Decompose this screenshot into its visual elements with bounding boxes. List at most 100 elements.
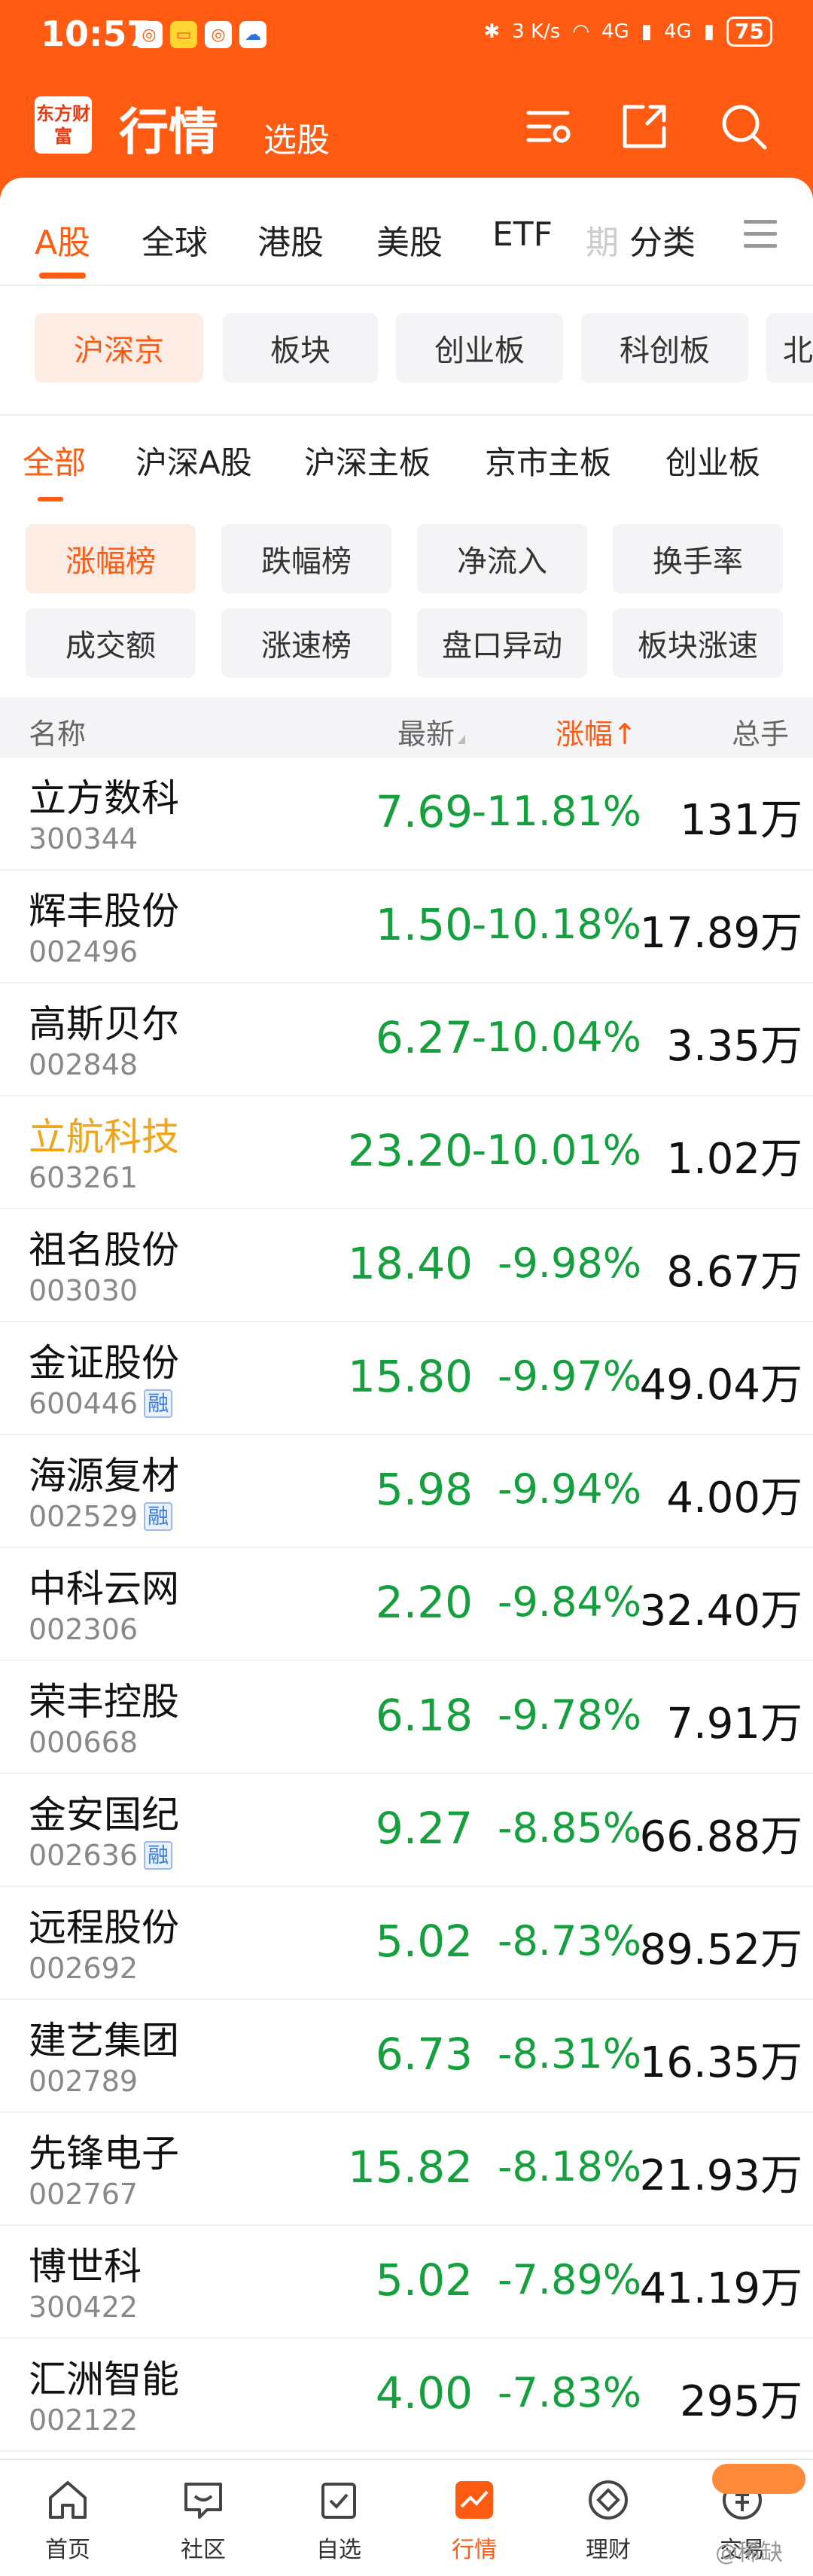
home-icon — [41, 2474, 94, 2526]
stock-name: 中科云网 — [29, 1567, 179, 1611]
table-row[interactable]: 祖名股份 003030 18.40 -9.98% 8.67万 — [0, 1209, 813, 1322]
menu-icon[interactable] — [744, 220, 777, 256]
share-icon[interactable] — [617, 99, 671, 154]
top-nav: 东方财富 行情 选股 — [0, 83, 813, 173]
stock-code-text: 002306 — [29, 1613, 139, 1646]
col-latest-label: 最新 — [397, 718, 455, 751]
promo-badge[interactable] — [712, 2464, 805, 2494]
rank-order-anomaly[interactable]: 盘口异动 — [417, 608, 587, 678]
nav-home[interactable]: 首页 — [23, 2474, 113, 2564]
chip-sector[interactable]: 板块 — [223, 313, 378, 383]
seg-hs-a[interactable]: 沪深A股 — [136, 437, 252, 483]
nav-label: 行情 — [452, 2537, 497, 2563]
change-percent: -9.84% — [497, 1578, 641, 1626]
rank-speed[interactable]: 涨速榜 — [221, 608, 391, 678]
table-row[interactable]: 汇洲智能 002122 4.00 -7.83% 295万 — [0, 2339, 813, 2452]
stock-code-text: 002529 — [29, 1500, 139, 1533]
nav-label: 首页 — [45, 2537, 90, 2563]
latest-price: 2.20 — [375, 1577, 473, 1628]
stock-name: 荣丰控股 — [29, 1680, 179, 1724]
col-volume[interactable]: 总手 — [732, 711, 789, 752]
market-chart-icon — [448, 2474, 501, 2526]
table-header: 名称 最新 涨幅↑ 总手 — [0, 697, 813, 758]
rank-sector-speed[interactable]: 板块涨速 — [613, 608, 783, 678]
table-row[interactable]: 建艺集团 002789 6.73 -8.31% 16.35万 — [0, 2000, 813, 2113]
filter-settings-icon[interactable] — [522, 99, 577, 154]
signal-icon: ▮ — [703, 20, 715, 43]
margin-trading-badge: 融 — [144, 1841, 173, 1870]
change-percent: -9.94% — [497, 1465, 641, 1513]
rank-losers[interactable]: 跌幅榜 — [221, 524, 391, 593]
cloud-notification-icon: ☁ — [239, 21, 266, 48]
stock-code-text: 002636 — [29, 1839, 139, 1872]
table-row[interactable]: 荣丰控股 000668 6.18 -9.78% 7.91万 — [0, 1661, 813, 1774]
chip-hs-bj[interactable]: 沪深京 — [35, 313, 203, 383]
rank-turnover-rate[interactable]: 换手率 — [613, 524, 783, 593]
app-notification-icon: ◎ — [205, 21, 232, 48]
table-row[interactable]: 辉丰股份 002496 1.50 -10.18% 17.89万 — [0, 870, 813, 983]
stock-code: 002496 — [29, 935, 138, 968]
table-row[interactable]: 海源复材 002529 融 5.98 -9.94% 4.00万 — [0, 1435, 813, 1548]
stock-code-text: 300344 — [29, 822, 139, 855]
exchange-chips: 沪深京 板块 创业板 科创板 北 — [0, 313, 813, 383]
nav-community[interactable]: 社区 — [158, 2474, 248, 2564]
table-row[interactable]: 高斯贝尔 002848 6.27 -10.04% 3.35万 — [0, 983, 813, 1096]
market-tabs: A股 全球 港股 美股 ETF 期 分类 — [0, 215, 813, 279]
chip-bse[interactable]: 北 — [766, 313, 813, 383]
chip-chinext[interactable]: 创业板 — [396, 313, 563, 383]
seg-all[interactable]: 全部 — [23, 437, 86, 483]
search-icon[interactable] — [717, 99, 771, 154]
latest-price: 4.00 — [375, 2367, 473, 2419]
tab-us[interactable]: 美股 — [376, 215, 443, 264]
total-volume: 66.88万 — [639, 1812, 802, 1861]
rank-net-inflow[interactable]: 净流入 — [417, 524, 587, 593]
app-logo[interactable]: 东方财富 — [35, 96, 92, 154]
seg-chinext[interactable]: 创业板 — [665, 437, 760, 483]
rank-trade-amount[interactable]: 成交额 — [26, 608, 196, 678]
nav-wealth[interactable]: 理财 — [563, 2474, 653, 2564]
tab-etf[interactable]: ETF — [492, 215, 553, 254]
chip-star-market[interactable]: 科创板 — [581, 313, 748, 383]
stock-name: 辉丰股份 — [29, 889, 179, 933]
table-row[interactable]: 先锋电子 002767 15.82 -8.18% 21.93万 — [0, 2113, 813, 2226]
seg-bj-main[interactable]: 京市主板 — [485, 437, 611, 483]
stock-code-text: 000668 — [29, 1726, 139, 1759]
table-row[interactable]: 远程股份 002692 5.02 -8.73% 89.52万 — [0, 1887, 813, 2000]
col-name: 名称 — [29, 718, 87, 751]
stock-code: 002789 — [29, 2065, 138, 2098]
stock-picker-link[interactable]: 选股 — [263, 113, 330, 161]
seg-hs-main[interactable]: 沪深主板 — [304, 437, 431, 483]
latest-price: 15.82 — [347, 2142, 473, 2193]
col-change[interactable]: 涨幅↑ — [556, 711, 637, 752]
nav-watchlist[interactable]: 自选 — [294, 2474, 384, 2564]
nav-label: 自选 — [316, 2537, 361, 2563]
stock-code-text: 002789 — [29, 2065, 139, 2098]
table-row[interactable]: 中科云网 002306 2.20 -9.84% 32.40万 — [0, 1548, 813, 1661]
tab-category[interactable]: 分类 — [629, 215, 696, 264]
col-latest[interactable]: 最新 — [397, 711, 466, 752]
table-row[interactable]: 金安国纪 002636 融 9.27 -8.85% 66.88万 — [0, 1774, 813, 1887]
stock-code: 002767 — [29, 2178, 138, 2211]
stock-name: 立航科技 — [29, 1115, 179, 1159]
table-row[interactable]: 金证股份 600446 融 15.80 -9.97% 49.04万 — [0, 1322, 813, 1435]
nav-market[interactable]: 行情 — [429, 2474, 519, 2564]
table-row[interactable]: 立方数科 300344 7.69 -11.81% 131万 — [0, 758, 813, 870]
change-percent: -8.73% — [497, 1917, 641, 1965]
tab-hk[interactable]: 港股 — [257, 215, 324, 264]
rank-gainers[interactable]: 涨幅榜 — [26, 524, 196, 593]
notification-icons: ◎ ▭ ◎ ☁ — [136, 21, 266, 48]
app-notification-icon: ◎ — [136, 21, 163, 48]
change-percent: -8.31% — [497, 2030, 641, 2078]
change-percent: -11.81% — [471, 788, 641, 835]
tab-global[interactable]: 全球 — [142, 215, 208, 264]
total-volume: 32.40万 — [639, 1587, 802, 1636]
table-row[interactable]: 立航科技 603261 23.20 -10.01% 1.02万 — [0, 1096, 813, 1209]
change-percent: -8.85% — [497, 1804, 641, 1852]
table-row[interactable]: 博世科 300422 5.02 -7.89% 41.19万 — [0, 2226, 813, 2339]
latest-price: 1.50 — [375, 899, 473, 950]
tab-a-shares[interactable]: A股 — [35, 215, 90, 264]
tab-futures[interactable]: 期 — [586, 215, 619, 264]
total-volume: 16.35万 — [639, 2038, 802, 2087]
nav-label: 理财 — [586, 2537, 631, 2563]
page-title: 行情 — [119, 103, 218, 161]
